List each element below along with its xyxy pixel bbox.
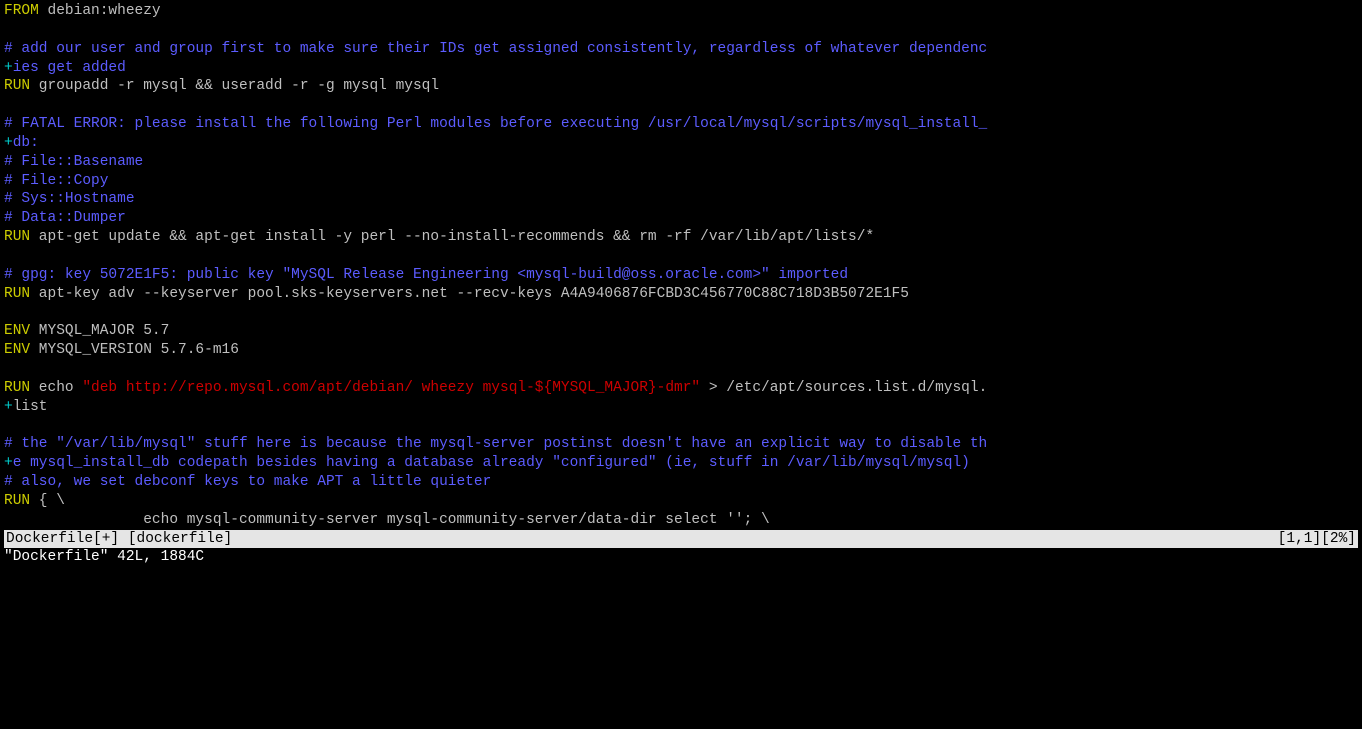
code-line: # gpg: key 5072E1F5: public key "MySQL R…	[4, 266, 1358, 285]
code-segment: +	[4, 135, 13, 151]
code-segment: # File::Copy	[4, 173, 108, 189]
editor-content[interactable]: FROM debian:wheezy # add our user and gr…	[4, 2, 1358, 530]
code-segment: +	[4, 60, 13, 76]
code-segment: echo	[30, 380, 82, 396]
code-segment: MYSQL_MAJOR 5.7	[30, 323, 169, 339]
code-segment: RUN	[4, 229, 30, 245]
code-line: ENV MYSQL_MAJOR 5.7	[4, 322, 1358, 341]
code-segment: > /etc/apt/sources.list.d/mysql.	[700, 380, 987, 396]
code-line	[4, 96, 1358, 115]
code-line	[4, 360, 1358, 379]
code-line: # File::Basename	[4, 153, 1358, 172]
code-line: # add our user and group first to make s…	[4, 40, 1358, 59]
code-segment: RUN	[4, 493, 30, 509]
code-line: # Sys::Hostname	[4, 190, 1358, 209]
code-segment: apt-get update && apt-get install -y per…	[30, 229, 874, 245]
status-bar: Dockerfile[+] [dockerfile] [1,1][2%]	[4, 530, 1358, 549]
code-line: RUN echo "deb http://repo.mysql.com/apt/…	[4, 379, 1358, 398]
code-line: RUN { \	[4, 492, 1358, 511]
code-line: RUN apt-get update && apt-get install -y…	[4, 228, 1358, 247]
code-line: echo mysql-community-server mysql-commun…	[4, 511, 1358, 530]
code-line: # also, we set debconf keys to make APT …	[4, 473, 1358, 492]
code-segment: # add our user and group first to make s…	[4, 41, 987, 57]
code-segment: debian:wheezy	[39, 3, 161, 19]
code-line: +e mysql_install_db codepath besides hav…	[4, 454, 1358, 473]
code-segment: RUN	[4, 286, 30, 302]
code-line: # File::Copy	[4, 172, 1358, 191]
code-segment: echo mysql-community-server mysql-commun…	[4, 512, 770, 528]
code-line	[4, 304, 1358, 323]
code-line: RUN apt-key adv --keyserver pool.sks-key…	[4, 285, 1358, 304]
code-line: RUN groupadd -r mysql && useradd -r -g m…	[4, 77, 1358, 96]
code-segment: ies get added	[13, 60, 126, 76]
status-right: [1,1][2%]	[1278, 530, 1356, 549]
code-line: # the "/var/lib/mysql" stuff here is bec…	[4, 435, 1358, 454]
code-segment: ENV	[4, 323, 30, 339]
code-segment: FROM	[4, 3, 39, 19]
code-segment: # Data::Dumper	[4, 210, 126, 226]
code-line: ENV MYSQL_VERSION 5.7.6-m16	[4, 341, 1358, 360]
code-segment: MYSQL_VERSION 5.7.6-m16	[30, 342, 239, 358]
code-segment: # File::Basename	[4, 154, 143, 170]
code-line: +db:	[4, 134, 1358, 153]
code-line: # FATAL ERROR: please install the follow…	[4, 115, 1358, 134]
code-line: +ies get added	[4, 59, 1358, 78]
code-line	[4, 417, 1358, 436]
code-segment: # the "/var/lib/mysql" stuff here is bec…	[4, 436, 987, 452]
code-segment: groupadd -r mysql && useradd -r -g mysql…	[30, 78, 439, 94]
code-segment: RUN	[4, 380, 30, 396]
code-line	[4, 247, 1358, 266]
code-segment: { \	[30, 493, 65, 509]
code-segment: "deb http://repo.mysql.com/apt/debian/ w…	[82, 380, 700, 396]
code-segment: apt-key adv --keyserver pool.sks-keyserv…	[30, 286, 909, 302]
code-segment: +	[4, 455, 13, 471]
code-line: +list	[4, 398, 1358, 417]
code-segment: ENV	[4, 342, 30, 358]
status-left: Dockerfile[+] [dockerfile]	[6, 530, 232, 549]
code-line: FROM debian:wheezy	[4, 2, 1358, 21]
code-segment: RUN	[4, 78, 30, 94]
code-segment: # gpg: key 5072E1F5: public key "MySQL R…	[4, 267, 848, 283]
code-segment: db:	[13, 135, 39, 151]
code-segment: # also, we set debconf keys to make APT …	[4, 474, 491, 490]
code-line: # Data::Dumper	[4, 209, 1358, 228]
code-line	[4, 21, 1358, 40]
code-segment: # FATAL ERROR: please install the follow…	[4, 116, 987, 132]
command-line[interactable]: "Dockerfile" 42L, 1884C	[4, 548, 1358, 567]
code-segment: list	[13, 399, 48, 415]
code-segment: # Sys::Hostname	[4, 191, 135, 207]
code-segment: e mysql_install_db codepath besides havi…	[13, 455, 970, 471]
code-segment: +	[4, 399, 13, 415]
